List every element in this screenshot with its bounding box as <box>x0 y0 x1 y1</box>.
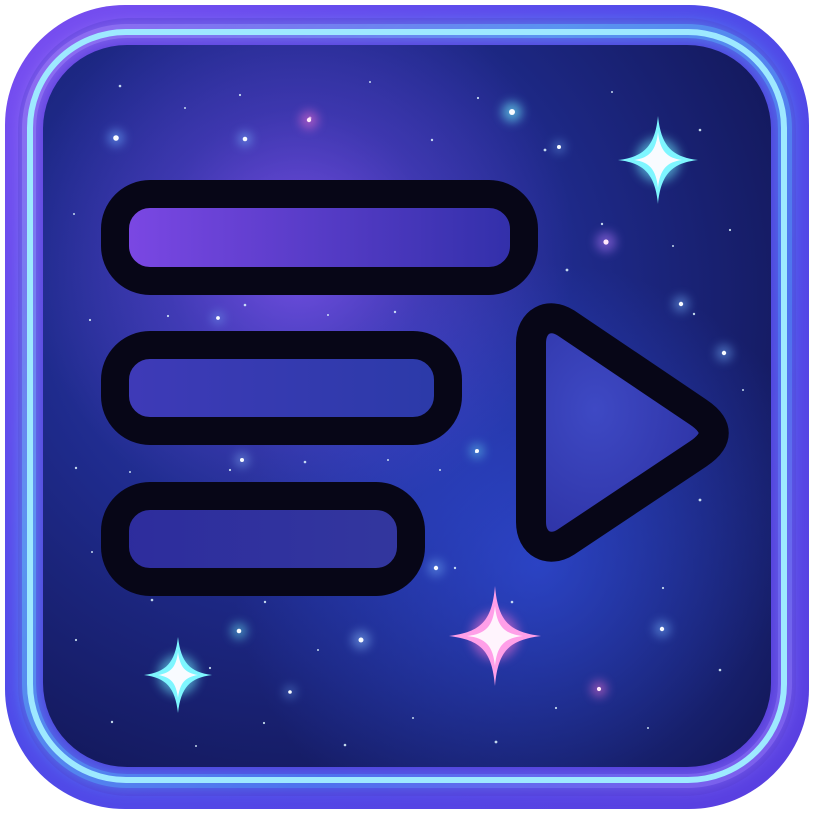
playlist-line-bottom <box>101 482 425 596</box>
playlist-line-middle <box>101 331 462 445</box>
playlist-play-app-icon <box>5 5 809 809</box>
playlist-line-top <box>101 180 538 295</box>
